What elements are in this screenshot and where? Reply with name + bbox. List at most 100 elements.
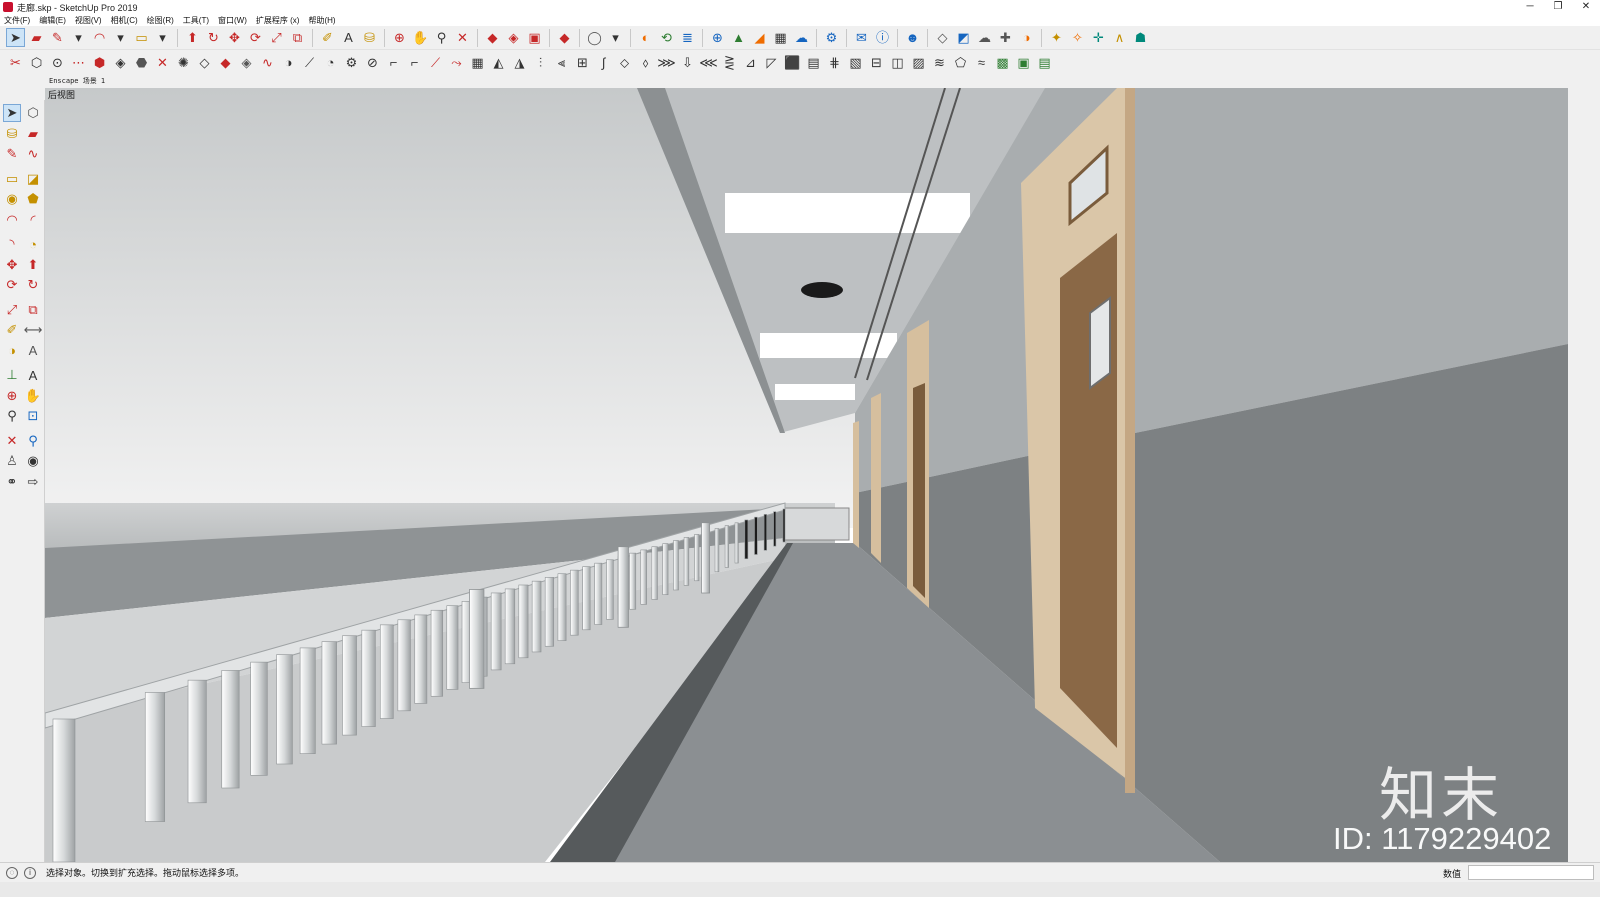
extension-tool-icon[interactable]: ▤ (1035, 53, 1054, 72)
section-plane-icon[interactable]: ◇ (933, 28, 952, 47)
move-icon[interactable]: ✥ (225, 28, 244, 47)
extension-tool-icon[interactable]: ◆ (216, 53, 235, 72)
text-icon[interactable]: A (24, 342, 42, 360)
ruby-icon[interactable]: ◆ (555, 28, 574, 47)
enscape-info-icon[interactable]: ⓘ (873, 28, 892, 47)
menu-item-2[interactable]: 视图(V) (75, 15, 102, 26)
extension-tool-icon[interactable]: ⋕ (825, 53, 844, 72)
scale-icon[interactable]: ⤢ (3, 301, 21, 319)
enscape-settings-icon[interactable]: ⚙ (822, 28, 841, 47)
menu-item-5[interactable]: 工具(T) (183, 15, 209, 26)
rectangle-icon[interactable]: ▭ (3, 170, 21, 188)
extension-tool-icon[interactable]: ⬢ (90, 53, 109, 72)
extension-tool-icon[interactable]: ⫷ (552, 53, 571, 72)
line-dropdown-icon[interactable]: ▾ (69, 28, 88, 47)
share-model-icon[interactable]: ▣ (525, 28, 544, 47)
extension-tool-icon[interactable]: ∫ (594, 53, 613, 72)
zoom-extents-icon[interactable]: ✕ (453, 28, 472, 47)
toggle-terrain-icon[interactable]: ◑ (1017, 28, 1036, 47)
paint-bucket-icon[interactable]: ⛁ (3, 125, 21, 143)
3d-text-icon[interactable]: A (24, 366, 42, 384)
interact-icon[interactable]: ✦ (1047, 28, 1066, 47)
extension-tool-icon[interactable]: ⬦ (615, 53, 634, 72)
extension-warehouse-icon[interactable]: ◈ (504, 28, 523, 47)
enscape-account-icon[interactable]: ☻ (903, 28, 922, 47)
zoom-icon[interactable]: ⚲ (432, 28, 451, 47)
line-icon[interactable]: ✎ (3, 145, 21, 163)
walk-icon[interactable]: ✧ (1068, 28, 1087, 47)
extension-tool-icon[interactable]: ⬡ (27, 53, 46, 72)
position-camera-icon[interactable]: ♙ (3, 452, 21, 470)
enscape-asset-icon[interactable]: ◢ (750, 28, 769, 47)
shape-dropdown-icon[interactable]: ▾ (153, 28, 172, 47)
position-camera-icon[interactable]: ✛ (1089, 28, 1108, 47)
extension-tool-icon[interactable]: ◮ (510, 53, 529, 72)
pan-icon[interactable]: ✋ (24, 387, 42, 405)
menu-item-6[interactable]: 窗口(W) (218, 15, 247, 26)
extension-tool-icon[interactable]: ▣ (1014, 53, 1033, 72)
two-point-arc-icon[interactable]: ◜ (24, 211, 42, 229)
extension-tool-icon[interactable]: ▦ (468, 53, 487, 72)
rotated-rectangle-icon[interactable]: ◪ (24, 170, 42, 188)
close-button[interactable]: ✕ (1572, 0, 1600, 14)
extension-tool-icon[interactable]: ▤ (804, 53, 823, 72)
dimension-icon[interactable]: ⟷ (24, 321, 43, 339)
enscape-start-icon[interactable]: ◐ (636, 28, 655, 47)
pan-icon[interactable]: ✋ (411, 28, 430, 47)
tape-measure-icon[interactable]: ✐ (318, 28, 337, 47)
previous-view-icon[interactable]: ⚲ (24, 432, 42, 450)
add-location-icon[interactable]: ✚ (996, 28, 1015, 47)
zoom-extents-icon[interactable]: ✕ (3, 432, 21, 450)
enscape-add-icon[interactable]: ⊕ (708, 28, 727, 47)
orbit-icon[interactable]: ⊕ (390, 28, 409, 47)
pie-icon[interactable]: ◔ (24, 235, 42, 253)
extension-tool-icon[interactable]: ⬠ (951, 53, 970, 72)
eraser-icon[interactable]: ▰ (27, 28, 46, 47)
enscape-feedback-icon[interactable]: ✉ (852, 28, 871, 47)
zoom-icon[interactable]: ⚲ (3, 407, 21, 425)
polygon-icon[interactable]: ⬟ (24, 190, 42, 208)
orbit-icon[interactable]: ⊕ (3, 387, 21, 405)
extension-tool-icon[interactable]: ▨ (909, 53, 928, 72)
extension-tool-icon[interactable]: ⌐ (384, 53, 403, 72)
tape-measure-icon[interactable]: ✐ (3, 321, 21, 339)
menu-item-0[interactable]: 文件(F) (4, 15, 30, 26)
extension-tool-icon[interactable]: ⊟ (867, 53, 886, 72)
rotate-icon[interactable]: ⟳ (246, 28, 265, 47)
menu-item-4[interactable]: 绘图(R) (147, 15, 174, 26)
push-pull-icon[interactable]: ⬆ (24, 256, 42, 274)
protractor-icon[interactable]: ◑ (3, 342, 21, 360)
rectangle-icon[interactable]: ▭ (132, 28, 151, 47)
axes-icon[interactable]: ⊥ (3, 366, 21, 384)
extension-tool-icon[interactable]: ◈ (111, 53, 130, 72)
measurements-box[interactable] (1468, 865, 1594, 880)
text-icon[interactable]: A (339, 28, 358, 47)
extension-tool-icon[interactable]: ⊞ (573, 53, 592, 72)
offset-icon[interactable]: ⧉ (288, 28, 307, 47)
select-icon[interactable]: ➤ (6, 28, 25, 47)
paint-bucket-icon[interactable]: ⛁ (360, 28, 379, 47)
push-pull-icon[interactable]: ⬆ (183, 28, 202, 47)
look-around-icon[interactable]: ∧ (1110, 28, 1129, 47)
extension-tool-icon[interactable]: ✂ (6, 53, 25, 72)
extension-tool-icon[interactable]: ≋ (930, 53, 949, 72)
section-display-icon[interactable]: ◩ (954, 28, 973, 47)
arc-icon[interactable]: ◠ (3, 211, 21, 229)
circle-icon[interactable]: ◉ (3, 190, 21, 208)
extension-tool-icon[interactable]: ◸ (762, 53, 781, 72)
scale-icon[interactable]: ⤢ (267, 28, 286, 47)
menu-item-7[interactable]: 扩展程序 (x) (256, 15, 300, 26)
zoom-window-icon[interactable]: ⊡ (24, 407, 42, 425)
extension-tool-icon[interactable]: ⤳ (447, 53, 466, 72)
extension-tool-icon[interactable]: ⋯ (69, 53, 88, 72)
eraser-icon[interactable]: ▰ (24, 125, 42, 143)
account-dropdown-icon[interactable]: ▾ (606, 28, 625, 47)
follow-me-icon[interactable]: ↻ (204, 28, 223, 47)
rotate-icon[interactable]: ⟳ (3, 276, 21, 294)
warehouse-icon[interactable]: ◆ (483, 28, 502, 47)
extension-tool-icon[interactable]: ✺ (174, 53, 193, 72)
extension-tool-icon[interactable]: ⋙ (657, 53, 676, 72)
extension-tool-icon[interactable]: ⟋ (300, 53, 319, 72)
extension-tool-icon[interactable]: ⋛ (720, 53, 739, 72)
enscape-views-icon[interactable]: ≣ (678, 28, 697, 47)
